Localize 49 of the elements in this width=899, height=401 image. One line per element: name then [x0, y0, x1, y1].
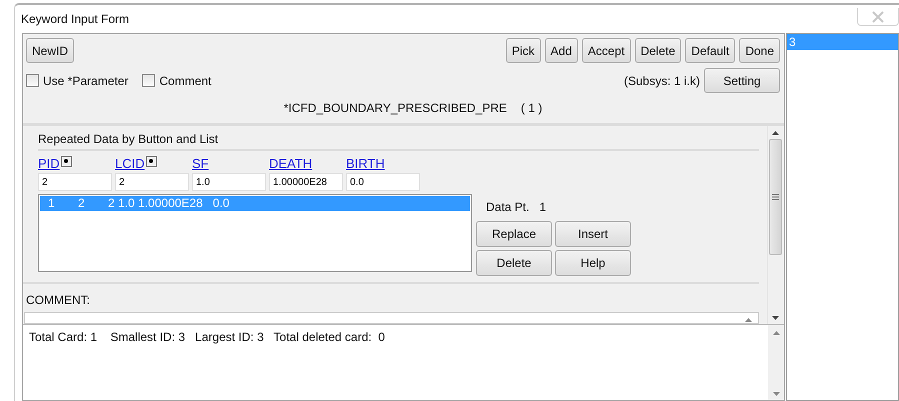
picker-button[interactable]	[60, 156, 72, 166]
checkbox-label: Use *Parameter	[43, 74, 128, 88]
field-label-link[interactable]: BIRTH	[346, 156, 385, 170]
input-field[interactable]: 0.0	[346, 173, 420, 191]
data-point-value: 1	[539, 200, 546, 216]
subsys-label: (Subsys: 1 i.k)	[624, 74, 700, 88]
comment-label: COMMENT:	[23, 282, 759, 307]
row-action-button[interactable]: Delete	[476, 250, 552, 276]
close-button[interactable]	[857, 8, 899, 26]
group-title: Repeated Data by Button and List	[38, 132, 759, 151]
row-action-button[interactable]: Replace	[476, 221, 552, 247]
toolbar-button[interactable]: Default	[685, 38, 736, 63]
close-icon	[872, 10, 884, 22]
input-field[interactable]: 2	[115, 173, 189, 191]
window-title: Keyword Input Form	[21, 12, 130, 26]
input-field[interactable]: 1.0	[192, 173, 266, 191]
toolbar-button[interactable]: Pick	[506, 38, 541, 63]
checkbox[interactable]	[142, 74, 156, 87]
field-label-link[interactable]: PID	[38, 156, 60, 170]
new-id-button[interactable]: NewID	[26, 38, 74, 63]
scroll-down-icon	[772, 392, 780, 396]
scroll-up-icon	[745, 318, 752, 322]
input-field[interactable]: 2	[38, 173, 112, 191]
toolbar-button[interactable]: Done	[739, 38, 780, 63]
row-action-button[interactable]: Help	[555, 250, 631, 276]
comment-field[interactable]	[24, 312, 759, 324]
scroll-up-icon	[772, 331, 780, 335]
checkbox-label: Comment	[159, 74, 212, 88]
scroll-down-icon	[772, 316, 779, 320]
scroll-up-icon	[772, 131, 779, 135]
field-label-link[interactable]: DEATH	[269, 156, 312, 170]
row-action-button[interactable]: Insert	[555, 221, 631, 247]
field-label-link[interactable]: SF	[192, 156, 209, 170]
checkbox[interactable]	[26, 74, 39, 87]
keyword-name: *ICFD_BOUNDARY_PRESCRIBED_PRE	[284, 101, 507, 115]
toolbar-button[interactable]: Delete	[634, 38, 682, 63]
toolbar-button[interactable]: Accept	[582, 38, 631, 63]
field-label-link[interactable]: LCID	[115, 156, 145, 170]
scroll-thumb[interactable]	[769, 139, 782, 255]
scrollbar[interactable]	[768, 325, 784, 400]
picker-button[interactable]	[146, 156, 157, 166]
toolbar-button[interactable]: Add	[544, 38, 578, 63]
grip-icon	[772, 194, 779, 200]
setting-button[interactable]: Setting	[704, 68, 780, 93]
output-text: Total Card: 1 Smallest ID: 3 Largest ID: 3 Total deleted card: 0	[28, 329, 386, 346]
data-point-label: Data Pt.	[486, 200, 530, 216]
input-field[interactable]: 1.00000E28	[269, 173, 343, 191]
scrollbar[interactable]	[767, 126, 783, 324]
keyword-count: ( 1 )	[520, 101, 542, 115]
